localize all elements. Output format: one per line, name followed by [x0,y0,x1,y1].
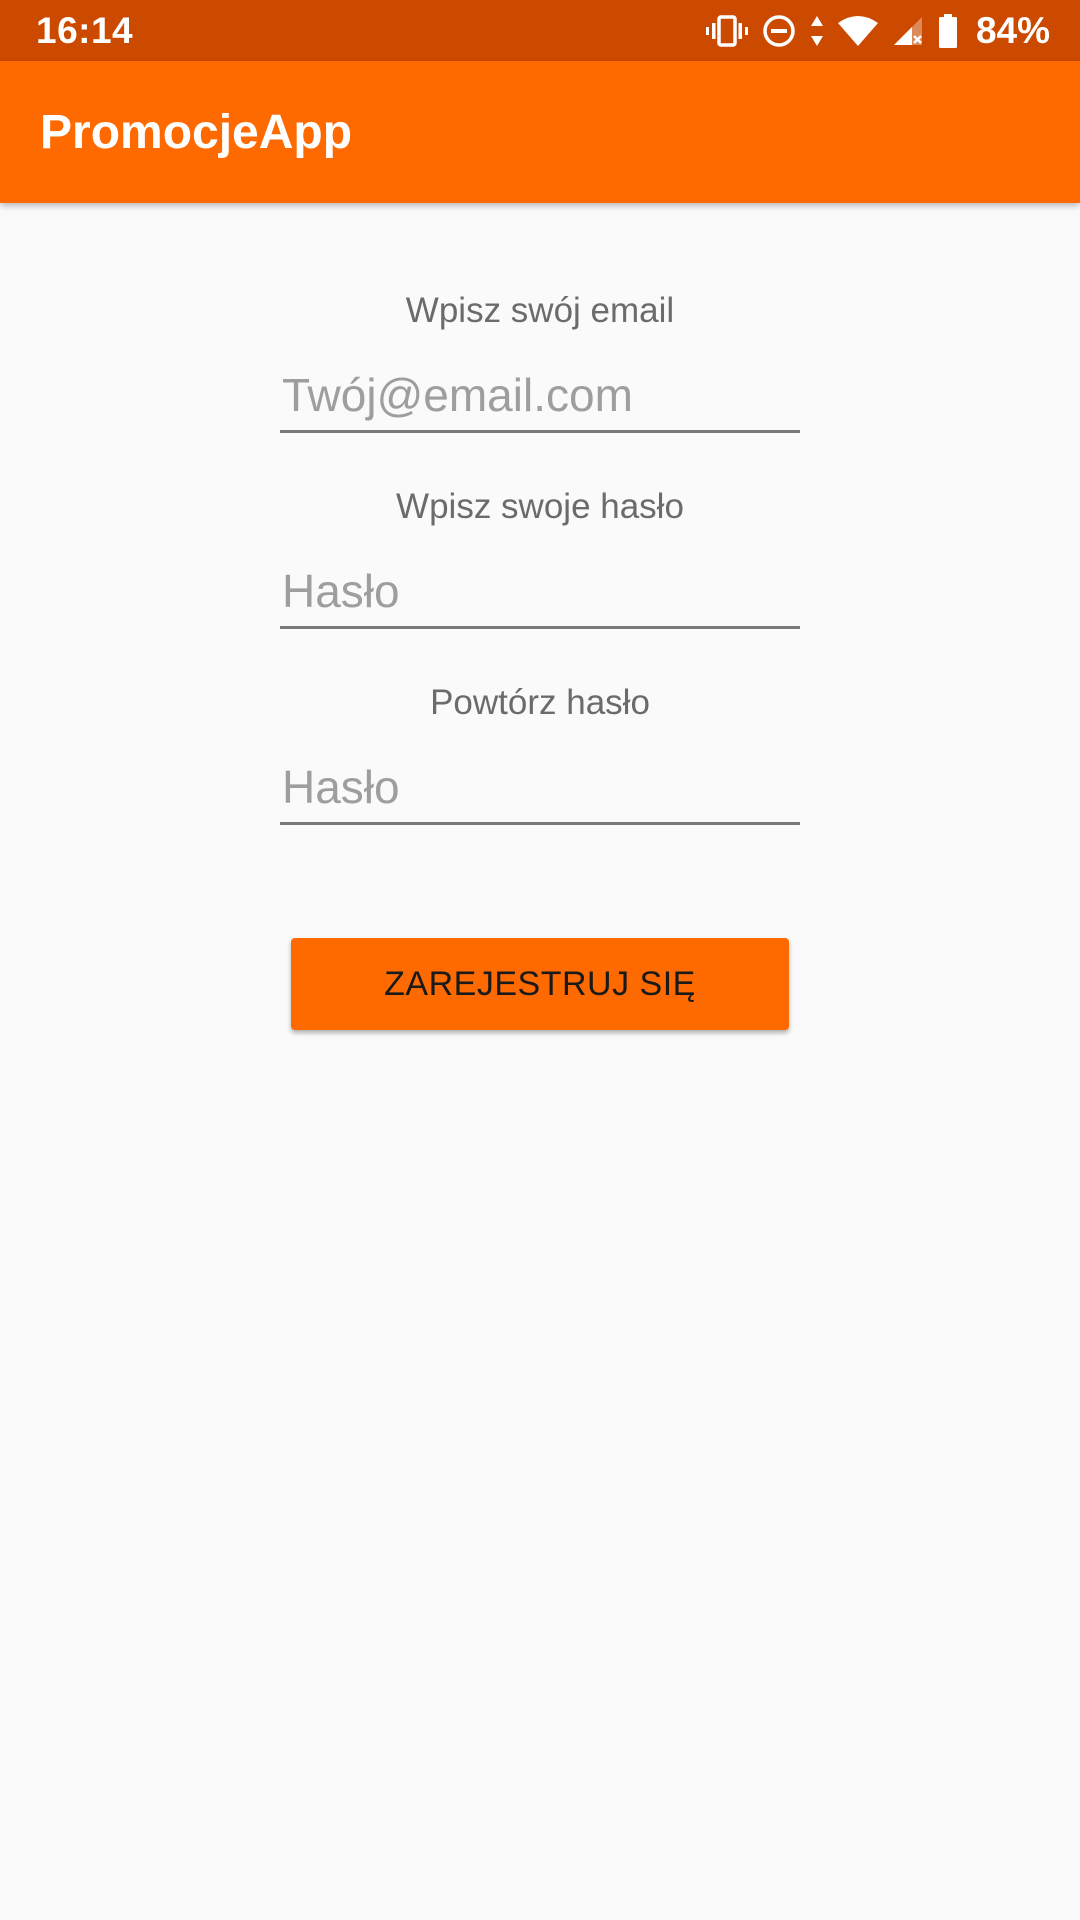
status-bar: 16:14 84% [0,0,1080,61]
vibrate-icon [705,14,748,48]
app-title: PromocjeApp [40,105,353,159]
repeat-password-field[interactable] [280,751,800,825]
data-arrows-icon [810,15,824,46]
email-label: Wpisz swój email [405,291,675,330]
repeat-password-label: Powtórz hasło [430,683,650,722]
email-field[interactable] [280,359,800,433]
cellular-no-signal-icon [892,15,924,47]
battery-percentage: 84% [975,9,1050,51]
battery-icon [938,13,958,48]
password-label: Wpisz swoje hasło [396,487,684,526]
status-time: 16:14 [36,9,134,51]
register-button[interactable]: ZAREJESTRUJ SIĘ [291,938,789,1030]
wifi-icon [837,15,878,46]
password-field[interactable] [280,555,800,629]
app-bar: PromocjeApp [0,61,1080,203]
do-not-disturb-icon [762,14,796,48]
status-icons: 84% [705,9,1050,52]
